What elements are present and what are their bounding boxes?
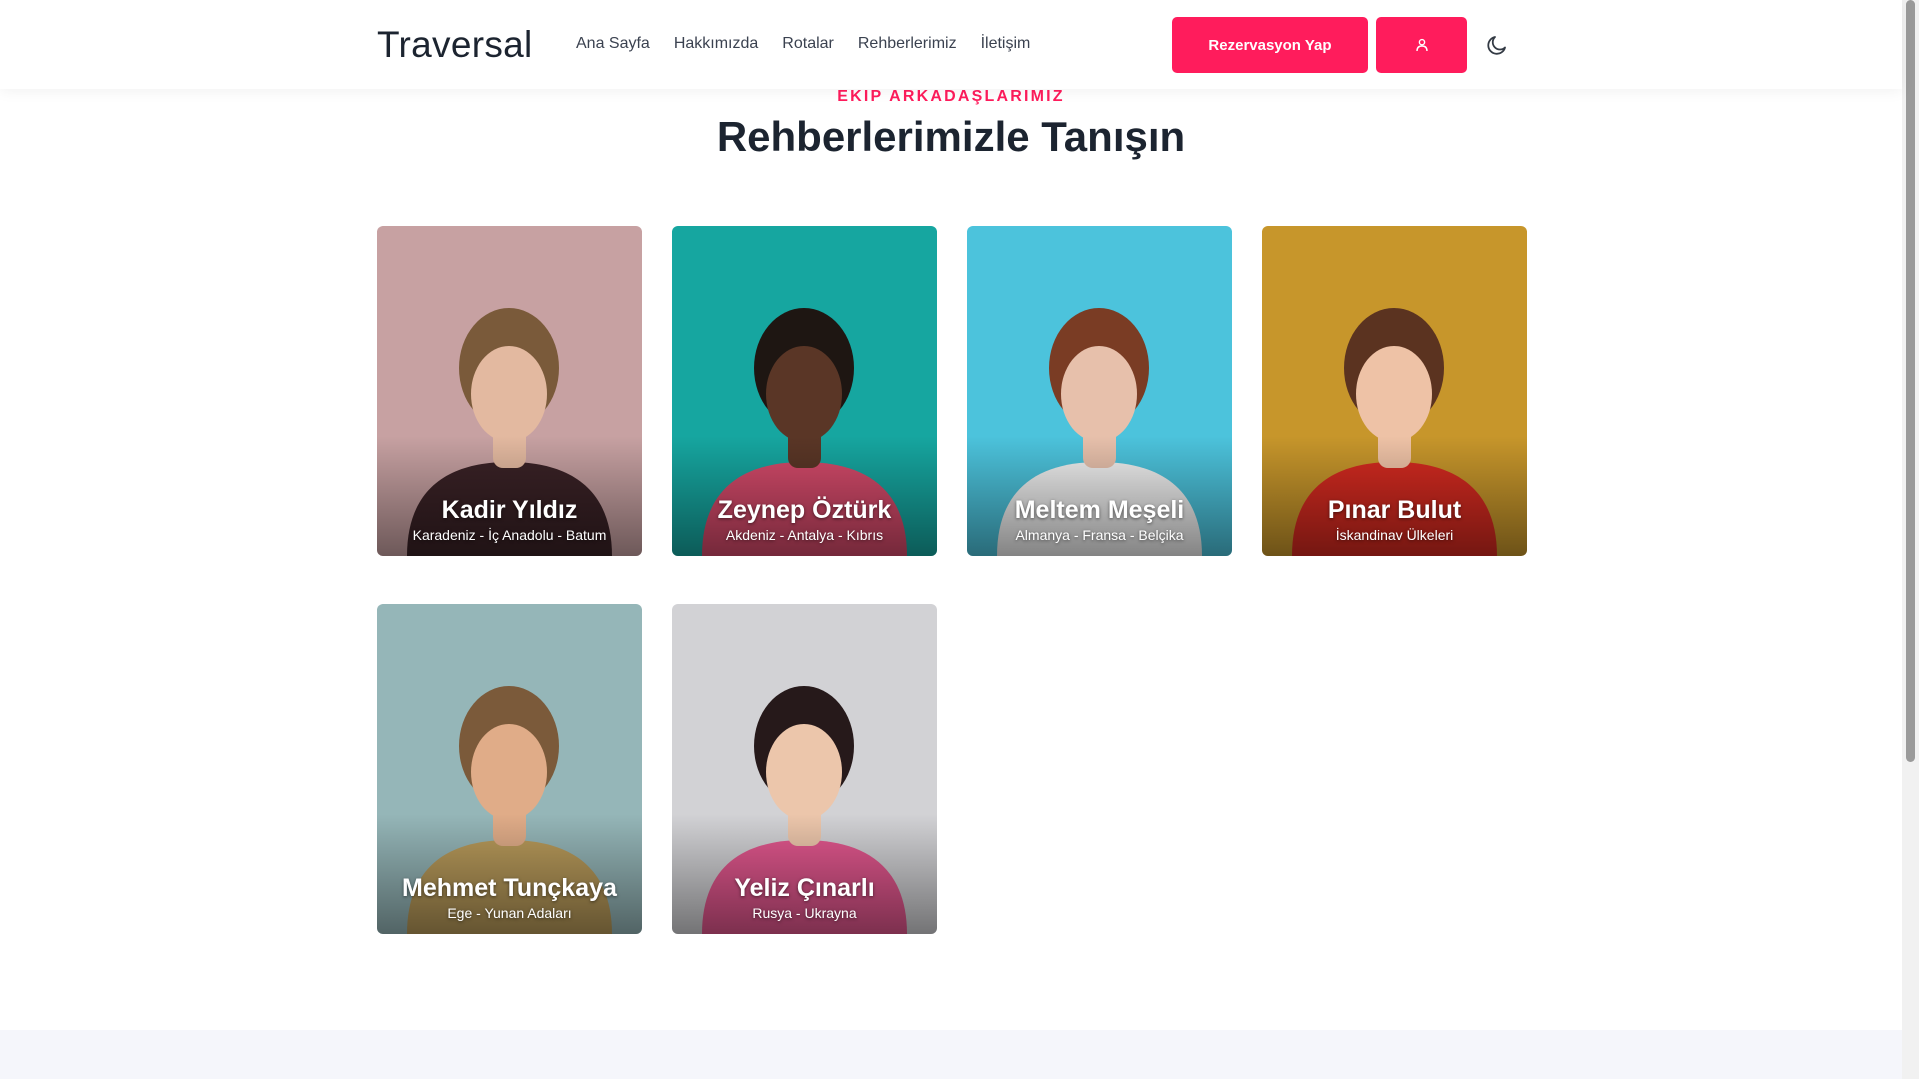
guide-card[interactable]: Pınar Bulut İskandinav Ülkeleri [1262,226,1527,556]
guide-regions: Akdeniz - Antalya - Kıbrıs [725,527,884,543]
guide-regions: Rusya - Ukrayna [752,905,857,921]
guide-name: Pınar Bulut [1327,496,1462,524]
guide-name: Kadir Yıldız [441,496,578,524]
moon-icon [1487,36,1506,55]
scrollbar-thumb[interactable] [1906,0,1915,762]
main-nav: Ana Sayfa Hakkımızda Rotalar Rehberlerim… [576,35,1054,53]
nav-item-routes[interactable]: Rotalar [782,35,834,53]
guide-caption: Mehmet Tunçkaya Ege - Yunan Adaları [377,873,642,922]
guide-card[interactable]: Meltem Meşeli Almanya - Fransa - Belçika [967,226,1232,556]
section-eyebrow: EKIP ARKADAŞLARIMIZ [837,88,1065,105]
nav-item-home[interactable]: Ana Sayfa [576,35,650,53]
brand-logo[interactable]: Traversal [377,24,533,66]
theme-toggle-button[interactable] [1482,30,1512,60]
guide-regions: İskandinav Ülkeleri [1335,527,1454,543]
guide-card[interactable]: Zeynep Öztürk Akdeniz - Antalya - Kıbrıs [672,226,937,556]
guide-name: Mehmet Tunçkaya [402,874,617,902]
guide-regions: Almanya - Fransa - Belçika [1015,527,1184,543]
guide-card[interactable]: Yeliz Çınarlı Rusya - Ukrayna [672,604,937,934]
guide-caption: Meltem Meşeli Almanya - Fransa - Belçika [967,495,1232,544]
nav-item-contact[interactable]: İletişim [981,35,1031,53]
guide-name: Yeliz Çınarlı [734,874,875,902]
guide-regions: Ege - Yunan Adaları [447,905,572,921]
section-title: Rehberlerimizle Tanışın [716,113,1186,160]
site-header: Traversal Ana Sayfa Hakkımızda Rotalar R… [0,0,1902,89]
guide-name: Meltem Meşeli [1014,496,1185,524]
footer-band [0,1030,1902,1079]
user-account-button[interactable] [1376,17,1467,73]
guide-caption: Pınar Bulut İskandinav Ülkeleri [1262,495,1527,544]
guide-regions: Karadeniz - İç Anadolu - Batum [412,527,607,543]
guide-caption: Kadir Yıldız Karadeniz - İç Anadolu - Ba… [377,495,642,544]
user-icon [1415,38,1428,52]
page-scrollbar[interactable] [1902,0,1919,1079]
nav-item-guides[interactable]: Rehberlerimiz [858,35,957,53]
guide-caption: Zeynep Öztürk Akdeniz - Antalya - Kıbrıs [672,495,937,544]
reservation-button[interactable]: Rezervasyon Yap [1172,17,1368,73]
guide-card[interactable]: Mehmet Tunçkaya Ege - Yunan Adaları [377,604,642,934]
guide-name: Zeynep Öztürk [717,496,892,524]
guide-card[interactable]: Kadir Yıldız Karadeniz - İç Anadolu - Ba… [377,226,642,556]
guides-grid: Kadir Yıldız Karadeniz - İç Anadolu - Ba… [377,226,1527,934]
guide-caption: Yeliz Çınarlı Rusya - Ukrayna [672,873,937,922]
nav-item-about[interactable]: Hakkımızda [674,35,758,53]
